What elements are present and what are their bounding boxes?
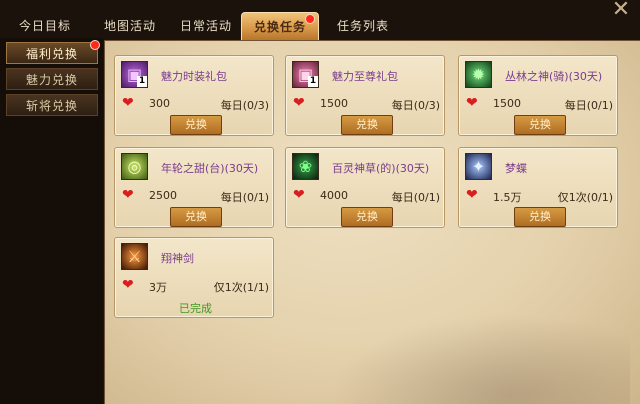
exchange-button[interactable]: 兑换 xyxy=(170,115,222,135)
pink-giftbox-icon[interactable]: ▣ 1 xyxy=(292,61,319,88)
item-cost: 1.5万 xyxy=(493,191,522,204)
item-cost: 2500 xyxy=(149,189,177,202)
tab-daily-activity[interactable]: 日常活动 xyxy=(170,12,242,40)
item-cost: 1500 xyxy=(320,97,348,110)
item-quantity: 1 xyxy=(137,76,147,87)
tab-label: 日常活动 xyxy=(179,19,232,33)
item-cost: 3万 xyxy=(149,281,167,294)
close-icon[interactable]: ✕ xyxy=(610,0,632,22)
item-name: 百灵神草(的)(30天) xyxy=(332,162,430,175)
item-cost: 1500 xyxy=(493,97,521,110)
item-name: 魅力时装礼包 xyxy=(161,70,227,83)
sidebar-item-label: 福利兑换 xyxy=(25,47,78,61)
heart-icon: ❤ xyxy=(122,277,134,293)
green-herb-icon[interactable]: ❀ xyxy=(292,153,319,180)
item-cost: 4000 xyxy=(320,189,348,202)
tab-label: 任务列表 xyxy=(336,19,389,33)
sidebar-item-general[interactable]: 斩将兑换 xyxy=(6,94,98,116)
item-name: 梦蝶 xyxy=(505,162,527,175)
exchange-button[interactable]: 兑换 xyxy=(514,115,566,135)
top-tab-bar: 今日目标 地图活动 日常活动 兑换任务 任务列表 xyxy=(0,12,600,40)
butterfly-icon[interactable]: ✦ xyxy=(465,153,492,180)
exchange-card: ◎ 年轮之甜(台)(30天) ❤ 2500 每日(0/1) 兑换 xyxy=(114,147,274,228)
notification-dot-icon xyxy=(90,40,100,50)
item-limit: 仅1次(1/1) xyxy=(213,281,269,294)
item-name: 翔神剑 xyxy=(161,252,194,265)
heart-icon: ❤ xyxy=(293,187,305,203)
sidebar: 福利兑换 魅力兑换 斩将兑换 xyxy=(0,38,103,404)
exchange-button[interactable]: 兑换 xyxy=(170,207,222,227)
green-beast-icon[interactable]: ✹ xyxy=(465,61,492,88)
item-limit: 仅1次(0/1) xyxy=(557,191,613,204)
exchange-button[interactable]: 兑换 xyxy=(341,115,393,135)
heart-icon: ❤ xyxy=(466,95,478,111)
item-limit: 每日(0/1) xyxy=(391,191,440,204)
sidebar-item-charm[interactable]: 魅力兑换 xyxy=(6,68,98,90)
exchange-card: ⚔ 翔神剑 ❤ 3万 仅1次(1/1) 已完成 xyxy=(114,237,274,318)
exchange-panel: ▣ 1 魅力时装礼包 ❤ 300 每日(0/3) 兑换 ▣ 1 魅力至尊礼包 ❤… xyxy=(104,40,640,404)
sidebar-item-label: 魅力兑换 xyxy=(25,73,78,87)
green-ring-icon[interactable]: ◎ xyxy=(121,153,148,180)
heart-icon: ❤ xyxy=(122,95,134,111)
sidebar-item-label: 斩将兑换 xyxy=(25,99,78,113)
exchange-card: ✦ 梦蝶 ❤ 1.5万 仅1次(0/1) 兑换 xyxy=(458,147,618,228)
tab-label: 地图活动 xyxy=(103,19,156,33)
tab-daily-goals[interactable]: 今日目标 xyxy=(8,12,82,40)
heart-icon: ❤ xyxy=(122,187,134,203)
notification-dot-icon xyxy=(305,14,315,24)
item-limit: 每日(0/3) xyxy=(220,99,269,112)
exchange-card: ▣ 1 魅力时装礼包 ❤ 300 每日(0/3) 兑换 xyxy=(114,55,274,136)
item-limit: 每日(0/1) xyxy=(220,191,269,204)
heart-icon: ❤ xyxy=(293,95,305,111)
tab-map-activity[interactable]: 地图活动 xyxy=(92,12,168,40)
item-name: 年轮之甜(台)(30天) xyxy=(161,162,259,175)
item-quantity: 1 xyxy=(308,76,318,87)
heart-icon: ❤ xyxy=(466,187,478,203)
tab-label: 兑换任务 xyxy=(253,20,306,34)
tab-task-list[interactable]: 任务列表 xyxy=(327,12,399,40)
item-limit: 每日(0/1) xyxy=(564,99,613,112)
item-limit: 每日(0/3) xyxy=(391,99,440,112)
exchange-button[interactable]: 兑换 xyxy=(514,207,566,227)
item-name: 丛林之神(骑)(30天) xyxy=(505,70,603,83)
exchange-button[interactable]: 兑换 xyxy=(341,207,393,227)
item-cost: 300 xyxy=(149,97,170,110)
exchange-card: ✹ 丛林之神(骑)(30天) ❤ 1500 每日(0/1) 兑换 xyxy=(458,55,618,136)
exchange-window: 今日目标 地图活动 日常活动 兑换任务 任务列表 ✕ 福利兑换 魅力兑换 斩将兑… xyxy=(0,0,640,404)
purple-giftbox-icon[interactable]: ▣ 1 xyxy=(121,61,148,88)
item-name: 魅力至尊礼包 xyxy=(332,70,398,83)
completed-status: 已完成 xyxy=(179,302,212,315)
exchange-card: ❀ 百灵神草(的)(30天) ❤ 4000 每日(0/1) 兑换 xyxy=(285,147,445,228)
exchange-card: ▣ 1 魅力至尊礼包 ❤ 1500 每日(0/3) 兑换 xyxy=(285,55,445,136)
fire-sword-icon[interactable]: ⚔ xyxy=(121,243,148,270)
sidebar-item-welfare[interactable]: 福利兑换 xyxy=(6,42,98,64)
background-scenery xyxy=(330,314,630,404)
tab-label: 今日目标 xyxy=(18,19,71,33)
